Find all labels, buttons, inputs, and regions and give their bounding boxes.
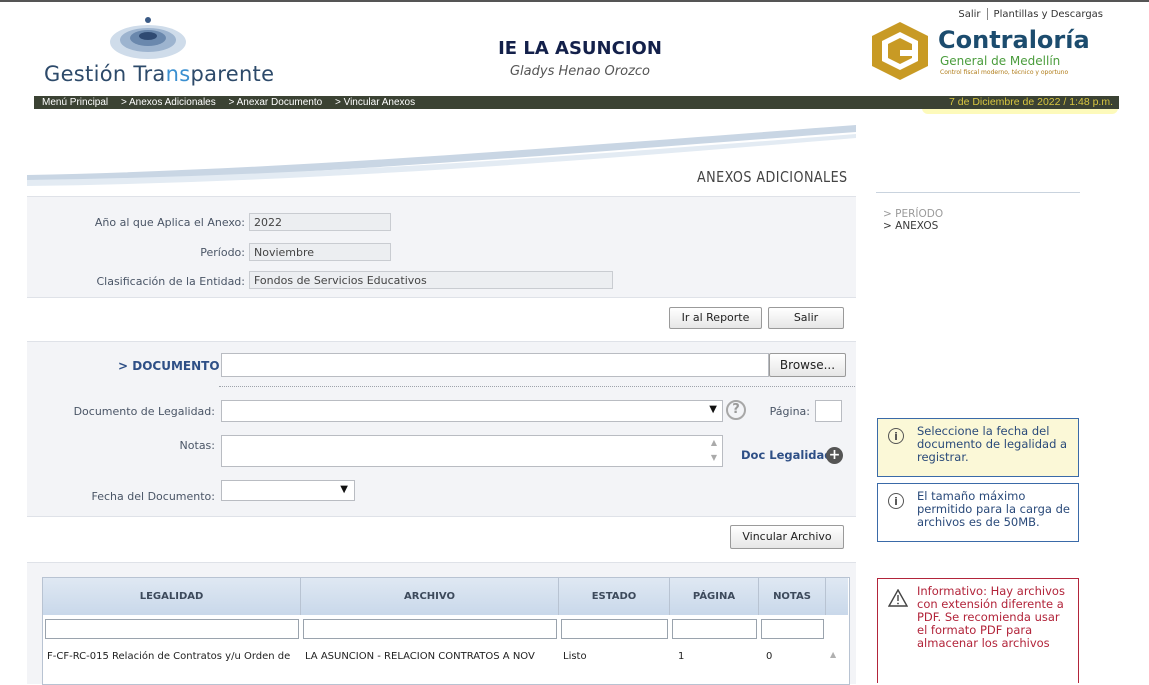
salir-button[interactable]: Salir [768, 307, 844, 329]
documento-label: > DOCUMENTO [118, 359, 220, 373]
sidebar-item-periodo[interactable]: > PERÍODO [883, 208, 943, 220]
legalidad-label: Documento de Legalidad: [73, 405, 215, 418]
gestion-transparente-logo [110, 17, 186, 59]
browse-button[interactable]: Browse... [769, 353, 846, 377]
current-datetime: 7 de Diciembre de 2022 / 1:48 p.m. [948, 96, 1113, 108]
info-icon: i [888, 493, 904, 509]
crumb-menu-principal[interactable]: Menú Principal [42, 97, 108, 108]
anexos-table: LEGALIDAD ARCHIVO ESTADO PÁGINA NOTAS F-… [42, 577, 850, 685]
crumb-anexar-documento[interactable]: > Anexar Documento [229, 97, 323, 108]
filter-estado[interactable] [561, 619, 668, 639]
cell-pagina: 1 [678, 651, 685, 662]
section-title: ANEXOS ADICIONALES [697, 168, 848, 186]
top-border [0, 0, 1149, 2]
documento-file-input[interactable] [221, 353, 769, 377]
warning-icon [888, 589, 908, 607]
fecha-select[interactable]: ▼ [221, 480, 355, 501]
filter-legalidad[interactable] [45, 619, 299, 639]
salir-link[interactable]: Salir [952, 9, 986, 20]
periodo-field: Noviembre [249, 243, 391, 261]
info-box-tamano: i El tamaño máximo permitido para la car… [877, 483, 1079, 542]
fecha-label: Fecha del Documento: [91, 490, 215, 503]
scroll-down-icon[interactable]: ▼ [711, 453, 717, 462]
info-icon: i [888, 428, 904, 444]
anio-field: 2022 [249, 213, 391, 231]
contraloria-subtitle: General de Medellín [940, 54, 1061, 68]
user-name: Gladys Henao Orozco [509, 64, 651, 79]
contraloria-logo-icon [872, 22, 928, 80]
separator [219, 386, 855, 387]
pagina-input[interactable] [815, 400, 842, 422]
notas-textarea[interactable]: ▲ ▼ [221, 435, 723, 467]
scroll-up-icon[interactable]: ▲ [711, 438, 717, 447]
warning-box-pdf: Informativo: Hay archivos con extensión … [877, 578, 1079, 683]
info-box-fecha: i Seleccione la fecha del documento de l… [877, 418, 1079, 477]
cell-estado: Listo [563, 651, 587, 662]
col-header-legalidad[interactable]: LEGALIDAD [43, 578, 301, 615]
col-header-pagina[interactable]: PÁGINA [670, 578, 759, 615]
col-header-notas[interactable]: NOTAS [759, 578, 826, 615]
cell-archivo[interactable]: LA ASUNCION - RELACION CONTRATOS A NOV [305, 648, 557, 666]
sidebar-item-anexos[interactable]: > ANEXOS [883, 220, 943, 232]
filter-pagina[interactable] [672, 619, 757, 639]
clasificacion-label: Clasificación de la Entidad: [96, 275, 245, 288]
col-header-archivo[interactable]: ARCHIVO [301, 578, 559, 615]
table-scroll-up-icon[interactable]: ▲ [830, 650, 836, 659]
crumb-vincular-anexos: > Vincular Anexos [334, 97, 416, 108]
anio-label: Año al que Aplica el Anexo: [94, 216, 245, 229]
info-fecha-text: Seleccione la fecha del documento de leg… [917, 424, 1068, 464]
col-header-estado[interactable]: ESTADO [559, 578, 670, 615]
filter-notas[interactable] [761, 619, 824, 639]
cell-legalidad[interactable]: F-CF-RC-015 Relación de Contratos y/u Or… [47, 648, 299, 666]
col-header-spacer [826, 578, 848, 615]
pagina-label: Página: [769, 405, 810, 418]
top-links: Salir Plantillas y Descargas [952, 8, 1109, 20]
notas-label: Notas: [179, 439, 215, 452]
vincular-archivo-button[interactable]: Vincular Archivo [730, 525, 844, 549]
chevron-down-icon: ▼ [709, 404, 717, 415]
breadcrumb: Menú Principal > Anexos Adicionales > An… [42, 97, 425, 108]
filter-archivo[interactable] [303, 619, 557, 639]
contraloria-title: Contraloría [938, 26, 1090, 54]
add-icon[interactable]: + [826, 447, 843, 464]
brand-name: Gestión Transparente [44, 62, 275, 86]
cell-notas: 0 [766, 651, 773, 662]
crumb-anexos-adicionales[interactable]: > Anexos Adicionales [121, 97, 216, 108]
breadcrumb-bar: Menú Principal > Anexos Adicionales > An… [34, 96, 1119, 109]
clasificacion-field: Fondos de Servicios Educativos [249, 271, 613, 289]
periodo-label: Período: [200, 246, 245, 259]
sidebar-divider [876, 192, 1080, 193]
sidebar-nav: > PERÍODO > ANEXOS [883, 208, 943, 232]
ir-reporte-button[interactable]: Ir al Reporte [669, 307, 762, 329]
info-tamano-text: El tamaño máximo permitido para la carga… [917, 489, 1070, 529]
doc-legalidad-link[interactable]: Doc Legalidad [741, 448, 833, 462]
plantillas-link[interactable]: Plantillas y Descargas [988, 9, 1109, 20]
contraloria-tagline: Control fiscal moderno, técnico y oportu… [940, 69, 1069, 76]
help-icon[interactable]: ? [726, 400, 746, 420]
legalidad-select[interactable]: ▼ [221, 400, 723, 422]
school-name: IE LA ASUNCION [498, 38, 662, 59]
info-pdf-text: Informativo: Hay archivos con extensión … [917, 584, 1065, 650]
chevron-down-icon: ▼ [340, 484, 348, 495]
